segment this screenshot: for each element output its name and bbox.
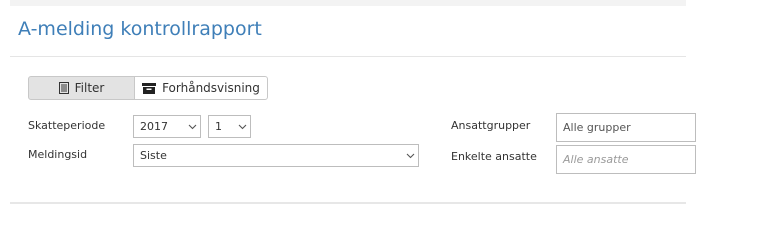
employees-input[interactable]: Alle ansatte	[556, 145, 696, 174]
groups-placeholder: Alle grupper	[563, 121, 631, 134]
chevron-down-icon	[184, 124, 200, 130]
title-divider	[10, 56, 686, 57]
card-bottom-border	[10, 202, 686, 204]
document-list-icon	[58, 82, 69, 94]
employees-placeholder: Alle ansatte	[563, 153, 629, 166]
tab-filter-label: Filter	[74, 81, 105, 95]
message-value: Siste	[140, 149, 167, 162]
year-select[interactable]: 2017	[133, 115, 201, 138]
year-value: 2017	[140, 120, 168, 133]
chevron-down-icon	[234, 124, 250, 130]
tab-preview[interactable]: Forhåndsvisning	[134, 76, 268, 100]
tab-filter[interactable]: Filter	[28, 76, 135, 100]
period-label: Skatteperiode	[28, 119, 106, 132]
employees-label: Enkelte ansatte	[451, 150, 537, 163]
page-title: A-melding kontrollrapport	[18, 18, 262, 40]
groups-input[interactable]: Alle grupper	[556, 113, 696, 142]
month-select[interactable]: 1	[208, 115, 251, 138]
chevron-down-icon	[402, 153, 418, 159]
message-label: Meldingsid	[28, 148, 88, 161]
inbox-tray-icon	[142, 82, 157, 94]
month-value: 1	[215, 120, 222, 133]
groups-label: Ansattgrupper	[451, 119, 531, 132]
message-select[interactable]: Siste	[133, 144, 419, 167]
tab-preview-label: Forhåndsvisning	[162, 81, 260, 95]
